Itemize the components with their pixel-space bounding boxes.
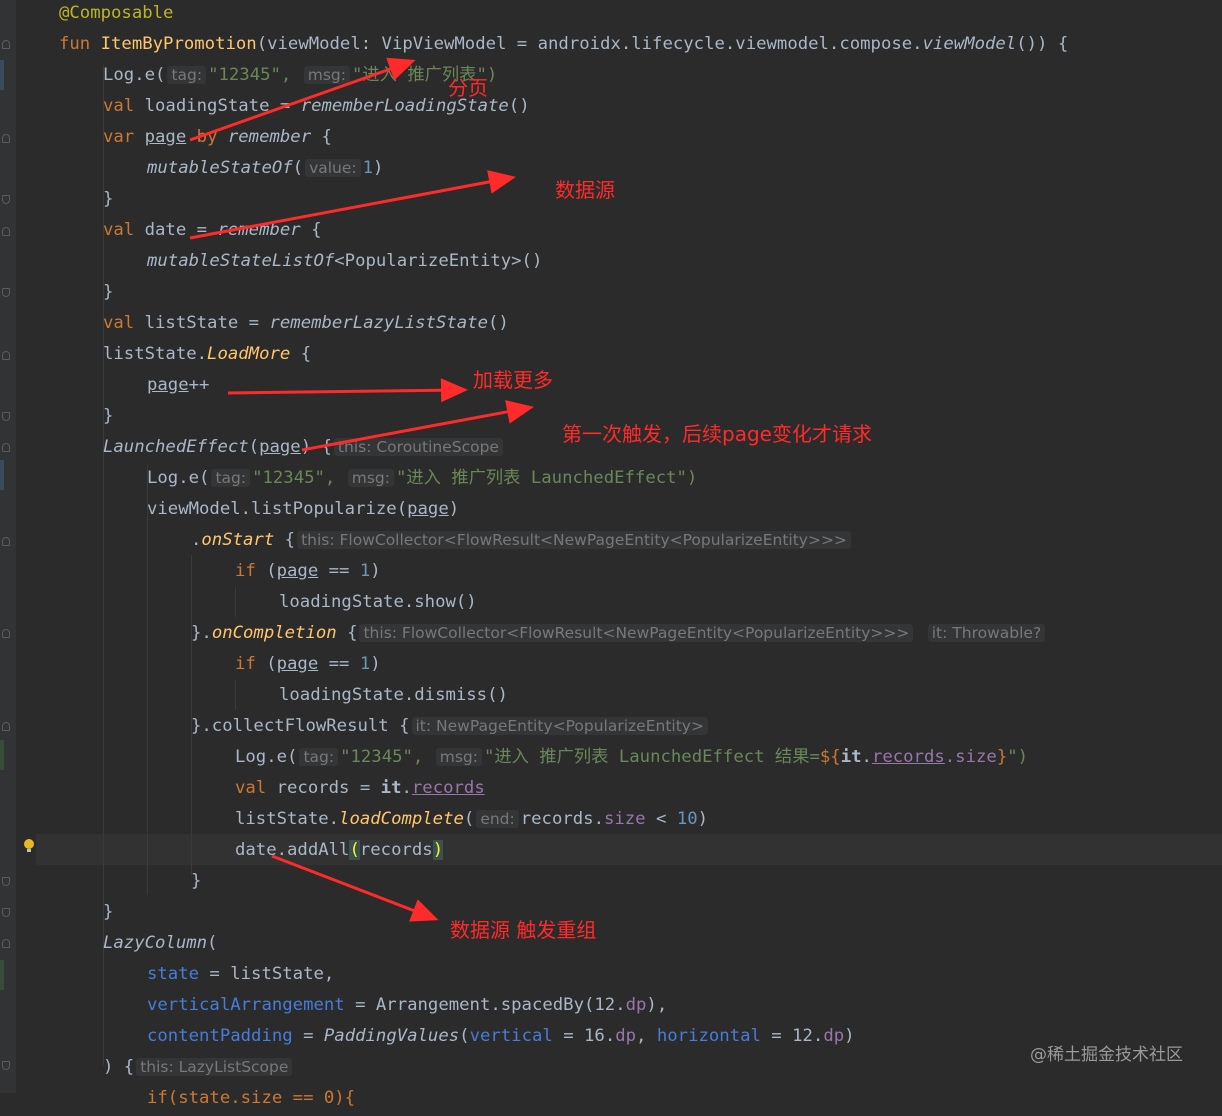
annotation-arrows <box>189 57 534 922</box>
watermark: @稀土掘金技术社区 <box>1030 1045 1183 1065</box>
arrow-paging <box>189 57 416 142</box>
annotation-data-source: 数据源 <box>555 178 615 202</box>
arrow-data-source <box>189 170 516 240</box>
arrow-first-trigger <box>301 400 534 452</box>
arrow-load-more <box>227 378 468 403</box>
annotation-data-source-recompose: 数据源 触发重组 <box>450 918 597 942</box>
annotation-paging: 分页 <box>448 76 488 100</box>
annotation-load-more: 加载更多 <box>473 368 553 392</box>
annotation-first-trigger: 第一次触发，后续page变化才请求 <box>562 422 872 446</box>
arrow-recompose <box>271 854 439 922</box>
